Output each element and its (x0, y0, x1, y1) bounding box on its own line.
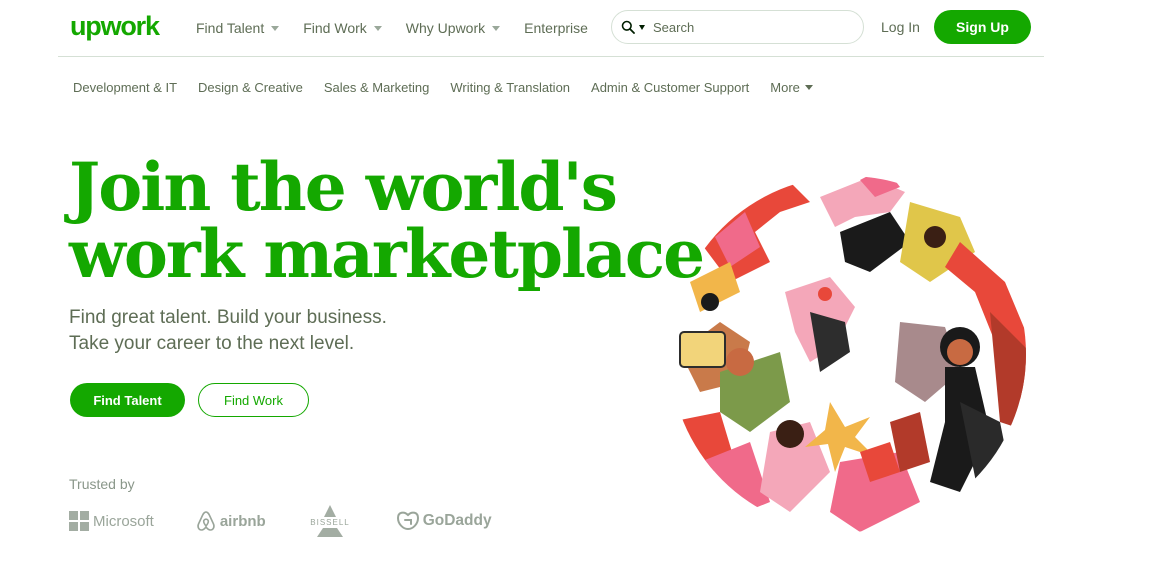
hero-subtitle: Find great talent. Build your business. … (69, 305, 387, 357)
trusted-logos: Microsoft airbnb BISSELL GoDaddy (69, 505, 492, 537)
nav-why-upwork-label: Why Upwork (405, 20, 486, 36)
main-nav: Find Talent Find Work Why Upwork Enterpr… (196, 0, 612, 56)
bissell-logo-text: BISSELL (310, 518, 349, 527)
windows-logo-icon (69, 511, 89, 531)
hero-title: Join the world's work marketplace (69, 148, 705, 293)
chevron-down-icon (373, 25, 382, 31)
airbnb-logo-icon (197, 511, 215, 531)
find-talent-button[interactable]: Find Talent (70, 383, 185, 417)
upwork-logo[interactable]: upwork (70, 10, 162, 44)
nav-enterprise-label: Enterprise (524, 20, 588, 36)
airbnb-logo: airbnb (196, 510, 266, 532)
hero-illustration (670, 176, 1026, 532)
godaddy-logo: GoDaddy (396, 511, 492, 531)
chevron-down-icon (271, 25, 280, 31)
bissell-logo: BISSELL (306, 505, 354, 537)
chevron-down-icon (804, 84, 813, 90)
figure-face (947, 339, 973, 365)
hero-title-line2: work marketplace (69, 215, 705, 293)
figure-head (726, 348, 754, 376)
category-sales-marketing[interactable]: Sales & Marketing (324, 80, 430, 95)
search-type-dropdown-icon[interactable] (639, 24, 645, 30)
figure-shape (700, 182, 810, 282)
find-work-button[interactable]: Find Work (198, 383, 309, 417)
hero-title-line1: Join the world's (69, 148, 618, 226)
category-writing-translation[interactable]: Writing & Translation (450, 80, 570, 95)
trusted-by-label: Trusted by (69, 476, 135, 492)
top-navigation: upwork Find Talent Find Work Why Upwork … (58, 0, 1044, 57)
nav-find-talent-label: Find Talent (196, 20, 265, 36)
figure-shape (840, 212, 910, 272)
bissell-logo-icon: BISSELL (310, 505, 349, 537)
figure-head (776, 420, 804, 448)
microsoft-logo-text: Microsoft (93, 512, 154, 530)
category-nav: Development & IT Design & Creative Sales… (73, 78, 813, 96)
nav-find-work-label: Find Work (303, 20, 367, 36)
upwork-home-page: upwork Find Talent Find Work Why Upwork … (0, 0, 1160, 562)
logo-text: upwork (70, 11, 161, 41)
search-icon[interactable] (621, 20, 635, 34)
signup-button[interactable]: Sign Up (934, 10, 1031, 44)
figure-head (924, 226, 946, 248)
nav-enterprise[interactable]: Enterprise (524, 20, 588, 36)
nav-find-talent[interactable]: Find Talent (196, 20, 280, 36)
godaddy-logo-text: GoDaddy (422, 512, 492, 529)
airbnb-logo-text: airbnb (219, 512, 266, 530)
nav-find-work[interactable]: Find Work (303, 20, 382, 36)
figure-head (701, 293, 719, 311)
godaddy-logo-icon (396, 511, 419, 531)
laptop-shape (679, 331, 726, 368)
chevron-down-icon (492, 25, 501, 31)
category-admin-support[interactable]: Admin & Customer Support (591, 80, 749, 95)
category-more-label: More (770, 79, 800, 95)
search-input[interactable] (653, 19, 843, 35)
hero-subtitle-line1: Find great talent. Build your business. (69, 307, 387, 328)
microsoft-logo: Microsoft (69, 511, 154, 531)
hero-subtitle-line2: Take your career to the next level. (69, 333, 355, 354)
figure-head (818, 287, 832, 301)
search-bar[interactable] (611, 10, 864, 44)
nav-why-upwork[interactable]: Why Upwork (405, 20, 501, 36)
category-design-creative[interactable]: Design & Creative (198, 80, 303, 95)
category-development-it[interactable]: Development & IT (73, 80, 177, 95)
category-more-dropdown[interactable]: More (770, 80, 813, 95)
login-link[interactable]: Log In (881, 19, 920, 35)
